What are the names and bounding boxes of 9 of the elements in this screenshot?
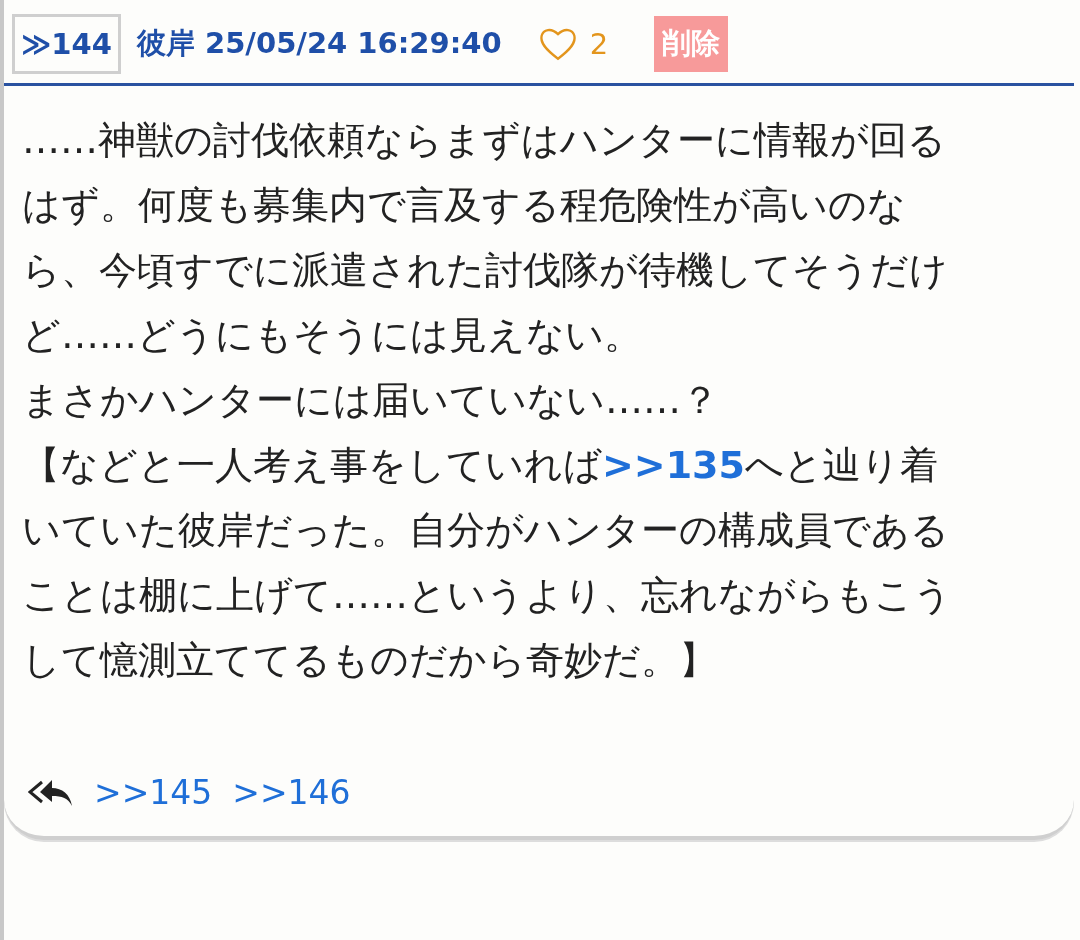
like-button[interactable]: 2 <box>537 25 609 62</box>
post-paragraph: ……神獣の討伐依頼ならまずはハンターに情報が回るはず。何度も募集内で言及する程危険性が高いのなら、今頃すでに派遣された討伐隊が待機してそうだけど……どうにもそうには見えない。 <box>22 117 949 359</box>
post-paragraph: まさかハンターには届いていない……？ <box>22 377 720 424</box>
post-paragraph: 【などと一人考え事をしていれば>>135へと辿り着いていた彼岸だった。自分がハンターの構成員であることは棚に上げて……というより、忘れながらもこうして憶測立ててるものだから奇妙だ。】 <box>22 442 953 684</box>
reply-link[interactable]: >>146 <box>232 773 351 812</box>
author-timestamp: 彼岸 25/05/24 16:29:40 <box>136 24 502 62</box>
post-number-link[interactable]: ≫144 <box>12 13 121 74</box>
reply-link[interactable]: >>135 <box>602 443 745 487</box>
reply-link[interactable]: >>145 <box>94 773 213 812</box>
